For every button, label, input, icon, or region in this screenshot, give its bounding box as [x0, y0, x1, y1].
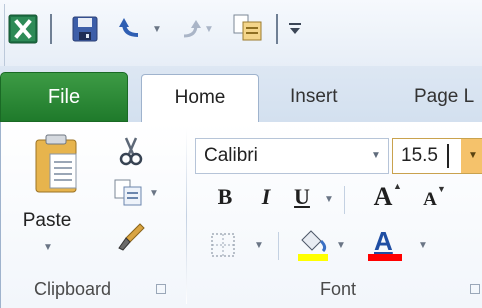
group-separator [186, 128, 187, 304]
format-painter-icon[interactable] [118, 222, 146, 252]
font-size-value: 15.5 [401, 145, 438, 166]
copy-icon[interactable] [114, 178, 144, 208]
font-size-combo[interactable]: 15.5 ▼ [392, 138, 482, 174]
qat-divider [50, 14, 52, 44]
tab-insert[interactable]: Insert [290, 74, 338, 120]
redo-icon[interactable] [176, 17, 202, 43]
bold-button[interactable]: B [212, 184, 238, 210]
tab-home[interactable]: Home [141, 74, 259, 124]
font-group-label: Font [320, 279, 357, 299]
copy-dropdown-caret[interactable]: ▼ [149, 188, 159, 199]
borders-dropdown-caret[interactable]: ▼ [254, 240, 264, 251]
font-name-combo[interactable]: Calibri ▼ [195, 138, 389, 174]
paste-dropdown-caret[interactable]: ▼ [43, 242, 53, 253]
clipboard-group-label: Clipboard [34, 279, 112, 299]
ribbon-divider-2 [278, 232, 279, 260]
font-color-glyph: A [374, 226, 393, 256]
font-name-value: Calibri [204, 145, 258, 166]
excel-logo-icon[interactable] [8, 14, 38, 44]
excel-window: ▼ ▼ File Home Insert Page L Paste ▼ ▼ Cl… [0, 0, 482, 308]
undo-dropdown-caret[interactable]: ▼ [152, 24, 162, 35]
cut-icon[interactable] [118, 136, 144, 166]
clipboard-dialog-launcher-icon[interactable] [156, 284, 166, 294]
font-color-dropdown-caret[interactable]: ▼ [418, 240, 428, 251]
fill-color-dropdown-caret[interactable]: ▼ [336, 240, 346, 251]
redo-dropdown-caret[interactable]: ▼ [204, 24, 214, 35]
borders-icon[interactable] [210, 232, 236, 258]
font-name-dropdown-icon[interactable]: ▼ [364, 139, 388, 173]
italic-button[interactable]: I [254, 184, 278, 210]
tab-file[interactable]: File [0, 72, 128, 122]
font-color-bar [368, 254, 402, 261]
qat-divider-2 [276, 14, 278, 44]
quick-access-toolbar: ▼ ▼ [0, 0, 482, 66]
font-dialog-launcher-icon[interactable] [470, 284, 480, 294]
undo-icon[interactable] [118, 15, 148, 43]
paste-button[interactable]: Paste ▼ [22, 128, 92, 268]
clipboard-icon [35, 134, 77, 193]
paste-label: Paste [22, 210, 72, 231]
shrink-arrow-icon: ▼ [437, 184, 446, 194]
text-cursor [447, 144, 449, 168]
font-color-button[interactable]: A [368, 226, 408, 262]
tab-page-layout[interactable]: Page L [414, 74, 474, 120]
customize-qat-icon[interactable] [287, 20, 303, 36]
grow-arrow-icon: ▲ [393, 181, 402, 191]
ribbon-divider [344, 186, 345, 214]
paste-small-icon[interactable] [233, 13, 265, 43]
underline-button[interactable]: U [290, 184, 314, 210]
underline-dropdown-caret[interactable]: ▼ [324, 194, 334, 205]
fill-color-icon[interactable] [296, 226, 330, 262]
font-size-dropdown-icon[interactable]: ▼ [461, 139, 482, 173]
save-icon[interactable] [71, 15, 99, 43]
